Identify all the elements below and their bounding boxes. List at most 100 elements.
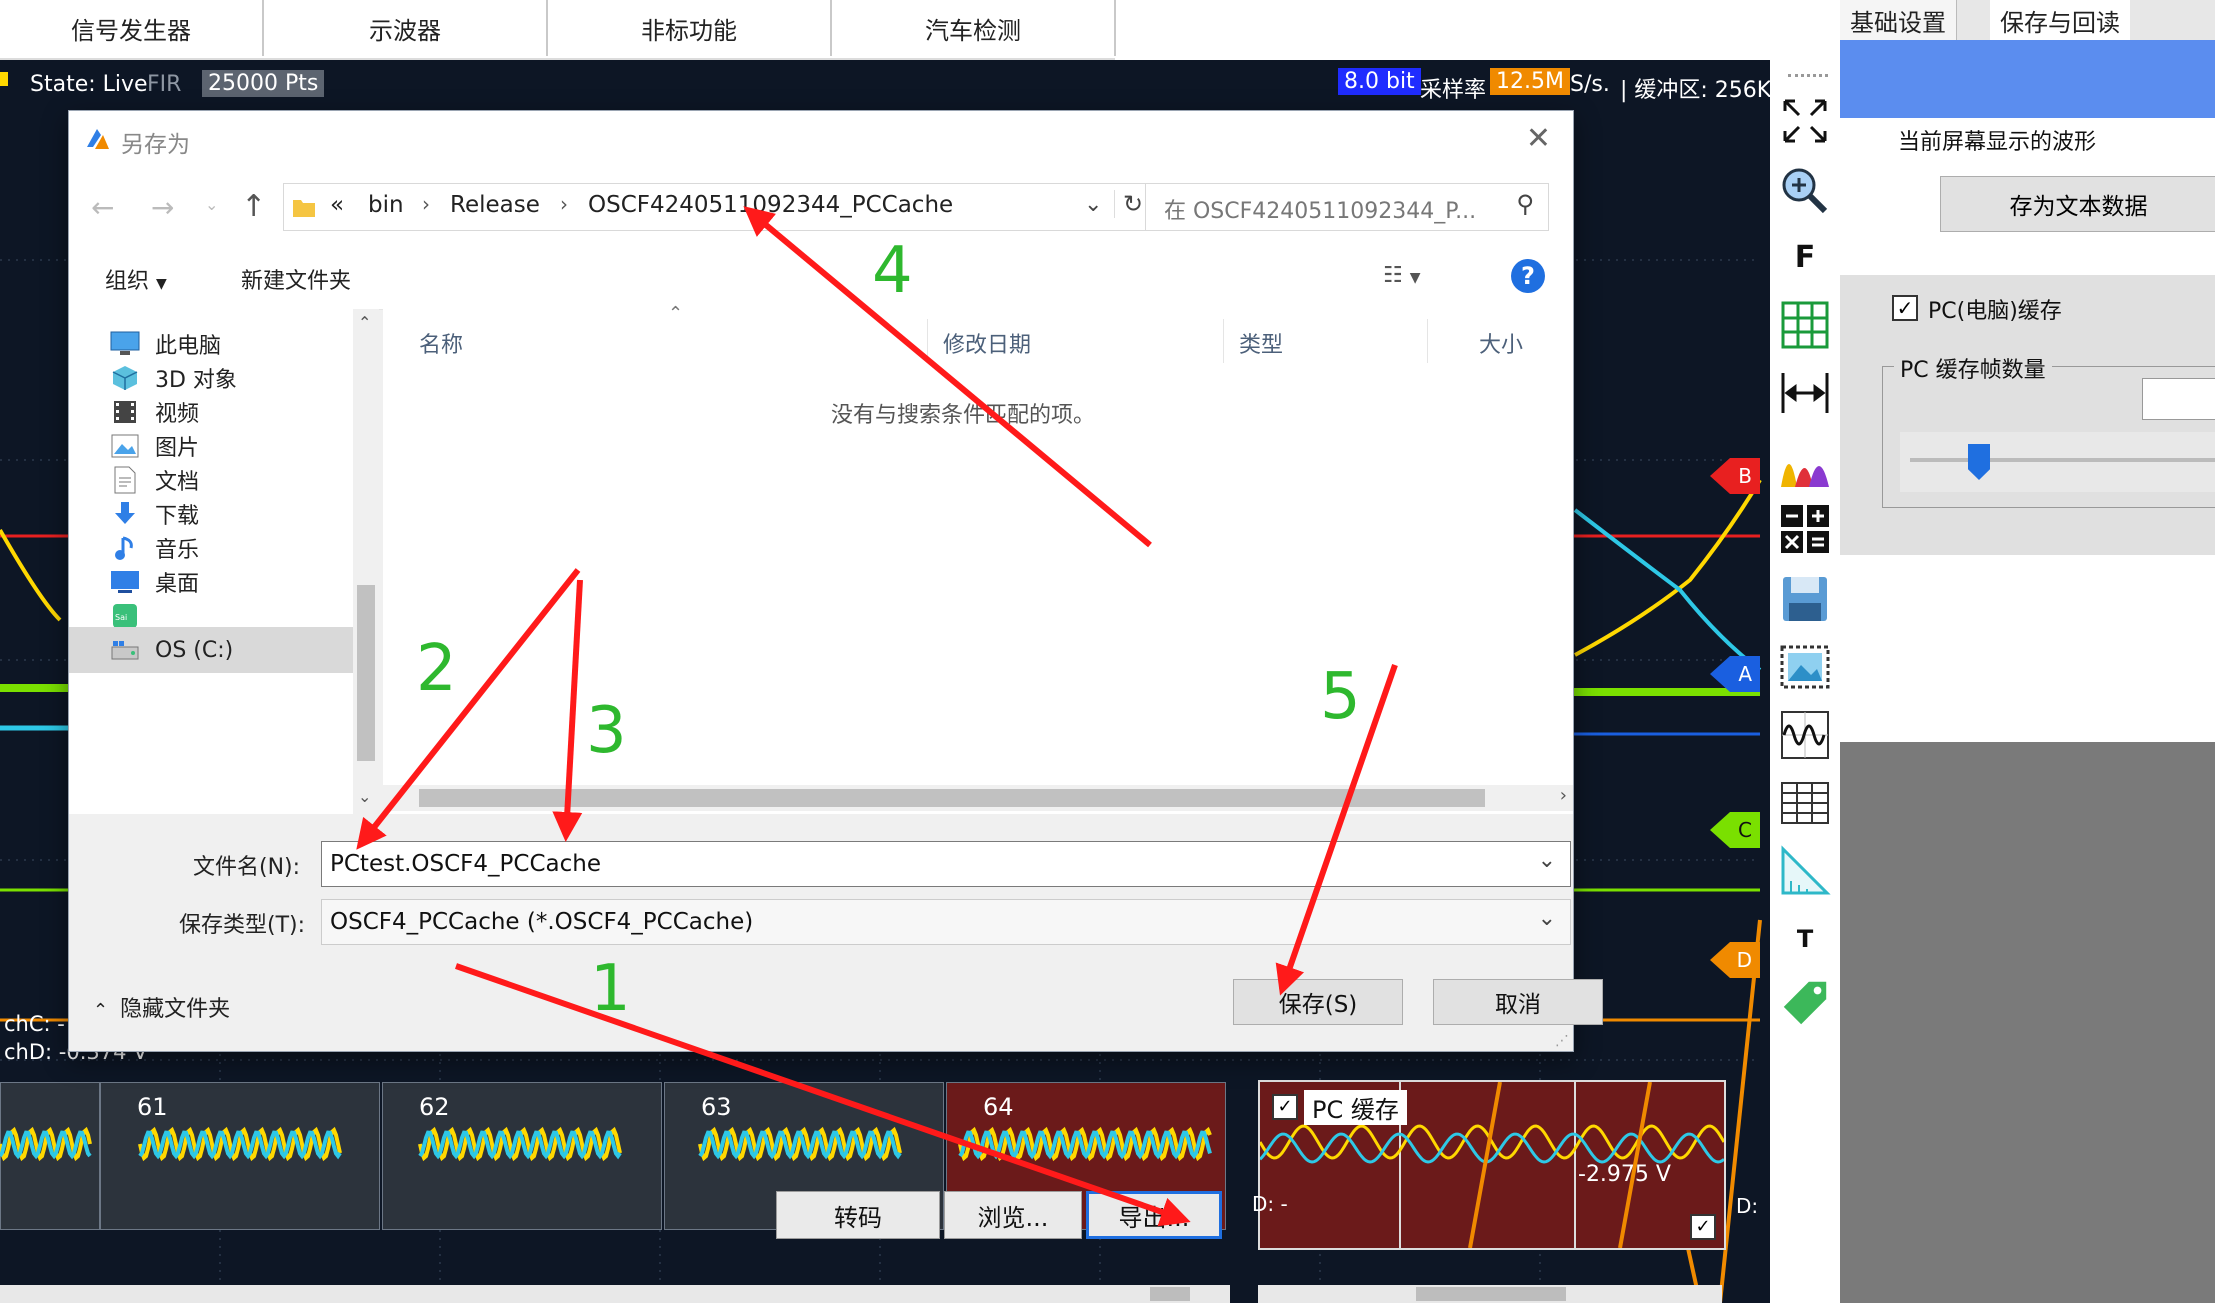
table-icon[interactable] [1778,776,1832,830]
app-logo-icon [87,129,109,149]
breadcrumb-overflow[interactable]: « [330,192,344,218]
browse-button[interactable]: 浏览... [944,1191,1082,1239]
music-icon [109,534,141,562]
search-input[interactable]: 在 OSCF4240511092344_P... [1164,193,1476,225]
pc-cache-preview-checkbox[interactable]: ✓ [1272,1094,1298,1120]
up-icon[interactable]: ↑ [241,189,266,224]
tab-car-test[interactable]: 汽车检测 [832,0,1116,56]
button-label: 存为文本数据 [2009,194,2148,220]
f-icon[interactable]: F [1778,230,1832,284]
address-dropdown-icon[interactable]: ⌄ [1084,192,1102,217]
refresh-icon[interactable]: ↻ [1114,190,1143,218]
buffer-text: | 缓冲区: 256K. [1620,78,1779,103]
tab-save-readback[interactable]: 保存与回读 [1990,0,2130,40]
chevron-down-icon[interactable]: ⌄ [1538,906,1556,931]
forward-icon[interactable]: → [151,191,174,224]
address-bar[interactable]: « bin › Release › OSCF4240511092344_PCCa… [283,183,1151,231]
chevron-down-icon[interactable]: ⌄ [1538,848,1556,873]
math-icon[interactable] [1778,502,1832,556]
save-disk-icon[interactable] [1778,572,1832,626]
filename-value: PCtest.OSCF4_PCCache [330,851,601,877]
hide-folders-toggle[interactable]: ⌃ 隐藏文件夹 [93,991,230,1023]
horizontal-measure-icon[interactable] [1778,366,1832,420]
drive-icon [109,636,141,664]
breadcrumb-bin[interactable]: bin [368,192,404,218]
chevron-up-icon: ⌃ [93,1000,109,1021]
frame-count-input[interactable] [2142,378,2215,420]
column-size[interactable]: 大小 [1479,327,1523,359]
thumbnail-scrollbar[interactable] [0,1285,1230,1303]
column-divider [1223,319,1224,363]
tag-icon[interactable] [1778,976,1832,1030]
button-label: 取消 [1495,992,1541,1018]
zoom-in-icon[interactable] [1778,164,1832,218]
fir-text[interactable]: FIR [147,72,181,97]
histogram-icon[interactable] [1778,436,1832,490]
button-label: 转码 [834,1203,882,1232]
tab-label: 保存与回读 [2000,8,2120,37]
tab-oscilloscope[interactable]: 示波器 [264,0,548,56]
search-box[interactable]: 在 OSCF4240511092344_P... ⚲ [1145,183,1549,231]
filename-field[interactable]: PCtest.OSCF4_PCCache ⌄ [321,841,1571,887]
column-modified[interactable]: 修改日期 [943,327,1031,359]
resize-grip-icon[interactable]: ⋰ [1555,1033,1569,1049]
save-text-button[interactable]: 存为文本数据 [1940,176,2215,232]
column-name[interactable]: 名称 [419,327,463,359]
fit-screen-icon[interactable] [1778,94,1832,148]
dialog-close-icon[interactable]: ✕ [1526,121,1551,156]
preview-scroll-thumb[interactable] [1416,1287,1566,1301]
sample-rate-label: 采样率 [1420,78,1487,103]
thumbnail-scroll-thumb[interactable] [1150,1287,1190,1301]
scroll-thumb[interactable] [357,585,375,761]
horizontal-scrollbar[interactable]: › [383,785,1573,811]
preview-corner-checkbox[interactable]: ✓ [1690,1214,1716,1240]
tab-label: 基础设置 [1850,8,1946,37]
search-icon[interactable]: ⚲ [1516,190,1534,218]
dialog-nav-row: ← → ⌄ ↑ « bin › Release › OSCF4240511092… [69,169,1573,249]
cancel-button[interactable]: 取消 [1433,979,1603,1025]
help-icon[interactable]: ? [1511,259,1545,293]
preview-readout: -2.975 V [1578,1162,1671,1187]
scroll-up-icon[interactable]: ⌃ [358,313,371,332]
navpane-scrollbar[interactable]: ⌃ ⌄ [353,309,379,814]
export-button[interactable]: 导出... [1086,1191,1222,1239]
column-divider [927,319,928,363]
ruler-icon[interactable] [1778,844,1832,898]
frame-slider-track[interactable] [1900,432,2215,492]
points-value: 25000 Pts [208,71,319,96]
tab-signal-generator[interactable]: 信号发生器 [0,0,264,56]
save-as-dialog: 另存为 ✕ ← → ⌄ ↑ « bin › Release › OSCF4240… [68,110,1603,1052]
save-button[interactable]: 保存(S) [1233,979,1403,1025]
marker-label: C [1738,818,1752,842]
tab-nonstandard[interactable]: 非标功能 [548,0,832,56]
scroll-right-icon[interactable]: › [1560,785,1567,806]
text-icon[interactable]: T [1778,912,1832,966]
scope-status-bar: State: Live FIR 25000 Pts 8.0 bit 采样率 12… [0,60,1778,108]
points-badge[interactable]: 25000 Pts [202,70,325,97]
waveform-icon[interactable] [1778,708,1832,762]
slider-thumb[interactable] [1968,444,1990,480]
dialog-title-bar: 另存为 ✕ [69,111,1573,169]
file-list-pane[interactable]: ⌃ 名称 修改日期 类型 大小 没有与搜索条件匹配的项。 › [383,303,1573,814]
nav-item[interactable]: OS (C:) [69,627,353,673]
h-scroll-thumb[interactable] [419,789,1485,807]
organize-button[interactable]: 组织 ▼ [105,263,167,295]
empty-message: 没有与搜索条件匹配的项。 [831,403,1096,428]
filetype-select[interactable]: OSCF4_PCCache (*.OSCF4_PCCache) ⌄ [321,899,1571,945]
breadcrumb-current[interactable]: OSCF4240511092344_PCCache [588,192,953,218]
sample-rate-unit: S/s. [1570,72,1610,97]
back-icon[interactable]: ← [91,191,114,224]
pc-cache-checkbox[interactable]: ✓ [1892,295,1918,321]
preview-scrollbar[interactable] [1258,1285,1722,1303]
new-folder-button[interactable]: 新建文件夹 [241,263,351,295]
breadcrumb-release[interactable]: Release [450,192,540,218]
tab-basic-settings[interactable]: 基础设置 [1840,0,1957,40]
grid-icon[interactable] [1778,298,1832,352]
image-icon[interactable] [1778,640,1832,694]
scroll-down-icon[interactable]: ⌄ [358,787,371,806]
pc-cache-preview[interactable]: ✓ PC 缓存 -2.975 V D: - ✓ [1252,1080,1726,1250]
view-options-icon[interactable]: ☷ ▼ [1383,263,1421,288]
column-type[interactable]: 类型 [1239,327,1283,359]
transcode-button[interactable]: 转码 [776,1191,940,1239]
recent-dropdown-icon[interactable]: ⌄ [205,195,218,214]
